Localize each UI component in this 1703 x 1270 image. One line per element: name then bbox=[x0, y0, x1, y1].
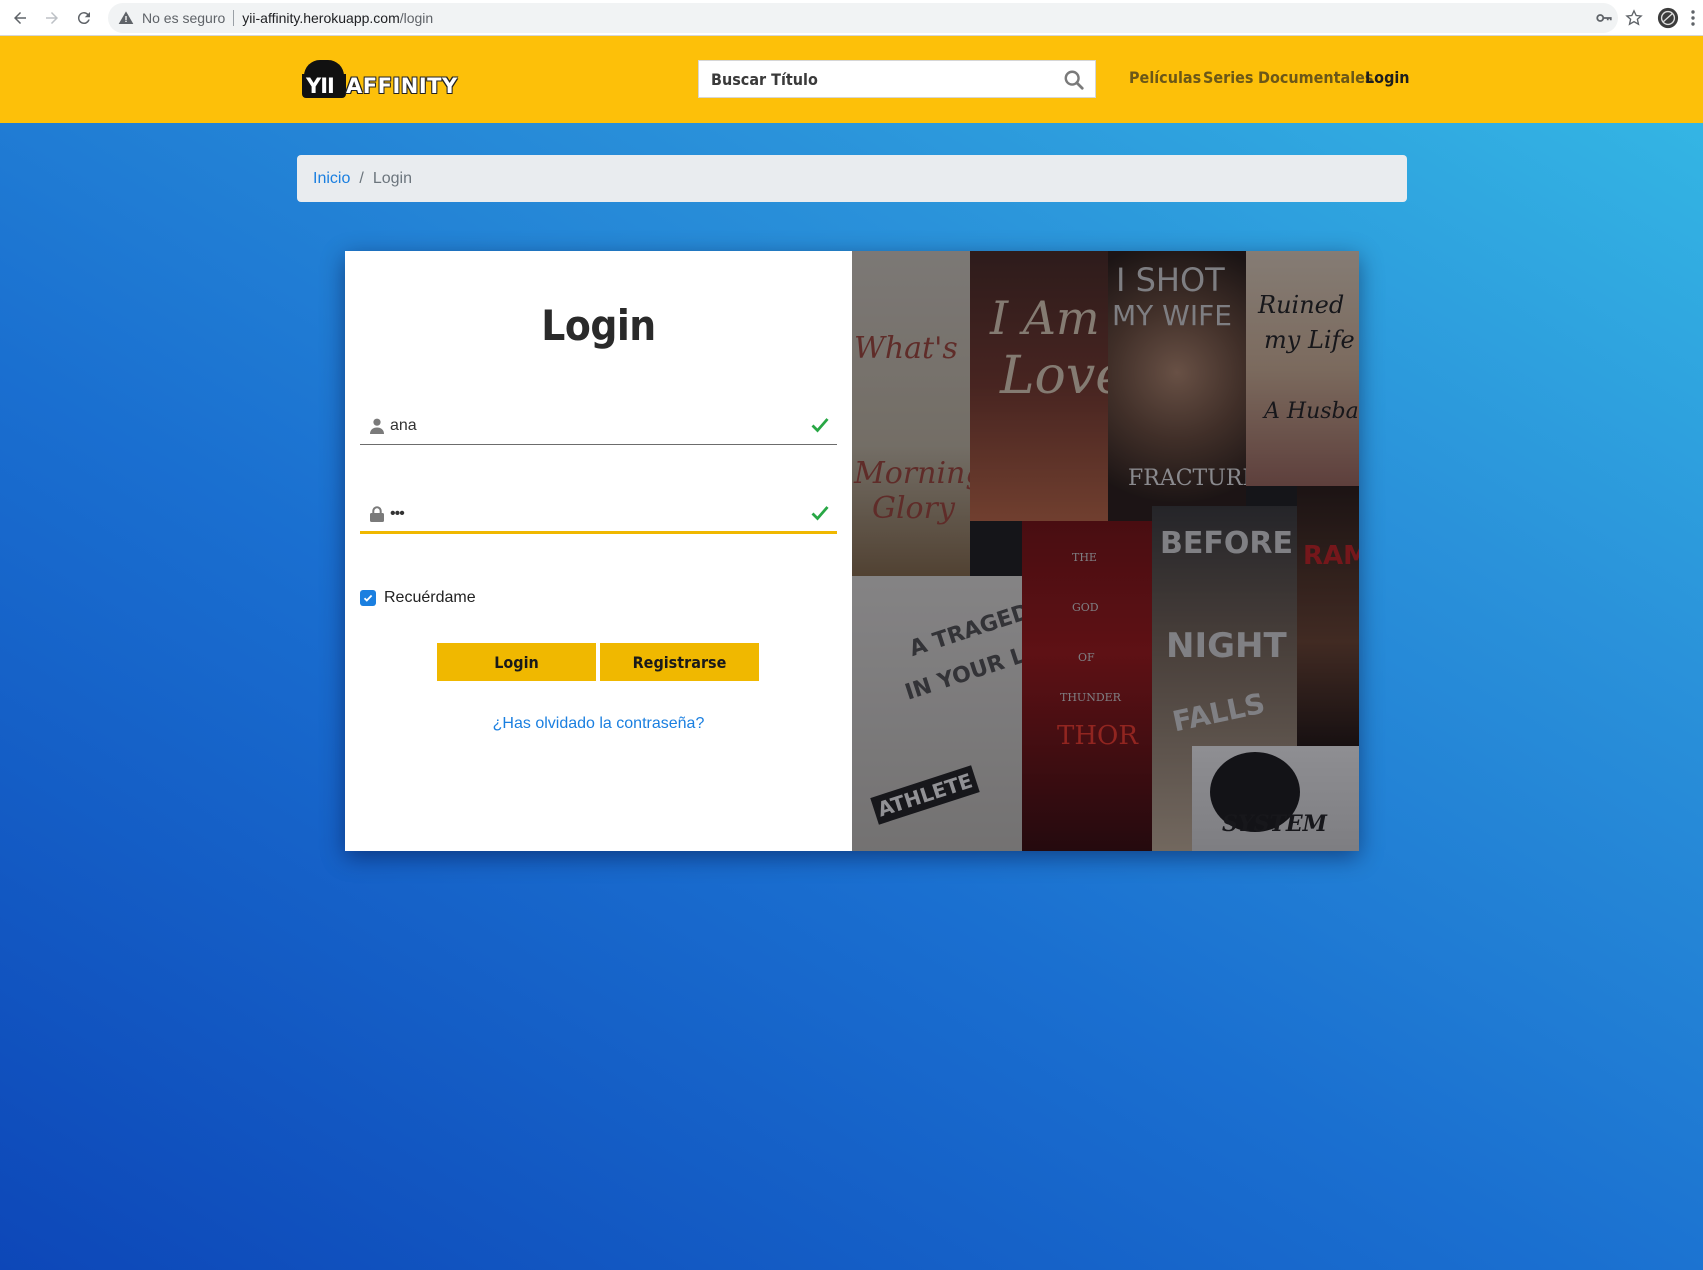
remember-me[interactable]: Recuérdame bbox=[360, 589, 476, 607]
poster-collage: What's Morning Glory I Am Love I SHOT MY… bbox=[852, 251, 1359, 851]
remember-checkbox[interactable] bbox=[360, 590, 376, 606]
warning-icon bbox=[118, 11, 134, 24]
key-icon[interactable] bbox=[1589, 3, 1619, 33]
password-field[interactable]: ••• bbox=[360, 495, 837, 534]
forgot-password-link[interactable]: ¿Has olvidado la contraseña? bbox=[345, 715, 852, 733]
login-card: Login ana ••• Recuérdame Login Registrar… bbox=[345, 251, 1359, 851]
breadcrumb: Inicio / Login bbox=[297, 155, 1407, 202]
register-button[interactable]: Registrarse bbox=[600, 643, 759, 681]
omnibox-divider bbox=[233, 10, 235, 26]
username-field[interactable]: ana bbox=[360, 407, 837, 445]
forward-icon[interactable] bbox=[36, 2, 68, 34]
breadcrumb-current: Login bbox=[372, 169, 412, 187]
security-label: No es seguro bbox=[142, 10, 226, 26]
username-value: ana bbox=[390, 417, 417, 434]
logo-mark-icon: YII AFFINITY bbox=[302, 60, 457, 100]
checkmark-icon bbox=[363, 594, 373, 602]
lock-icon bbox=[370, 506, 384, 522]
browser-toolbar: No es seguro yii-affinity.herokuapp.com /… bbox=[0, 0, 1703, 36]
logo-yii-text: YII bbox=[306, 74, 335, 98]
search-box bbox=[698, 60, 1096, 98]
url-host: yii-affinity.herokuapp.com bbox=[242, 10, 400, 26]
login-form: Login ana ••• Recuérdame Login Registrar… bbox=[345, 251, 852, 851]
breadcrumb-home-link[interactable]: Inicio bbox=[313, 170, 350, 188]
logo-affinity-text: AFFINITY bbox=[346, 74, 458, 98]
nav-series[interactable]: Series bbox=[1203, 68, 1254, 87]
remember-label: Recuérdame bbox=[384, 589, 476, 606]
user-icon bbox=[370, 418, 384, 434]
nav-documentales[interactable]: Documentales bbox=[1258, 68, 1374, 87]
address-bar[interactable]: No es seguro yii-affinity.herokuapp.com /… bbox=[108, 3, 1618, 33]
search-icon[interactable] bbox=[1063, 69, 1085, 91]
login-title: Login bbox=[541, 301, 656, 350]
menu-kebab-icon[interactable] bbox=[1683, 3, 1703, 33]
url-path: /login bbox=[399, 10, 434, 26]
login-button[interactable]: Login bbox=[437, 643, 596, 681]
poster-overlay bbox=[852, 251, 1359, 851]
valid-check-icon bbox=[811, 418, 829, 433]
search-input[interactable] bbox=[699, 61, 1051, 97]
nav-login[interactable]: Login bbox=[1365, 68, 1410, 87]
breadcrumb-separator: / bbox=[359, 169, 364, 187]
profile-avatar-icon[interactable] bbox=[1653, 3, 1683, 33]
bookmark-star-icon[interactable] bbox=[1619, 3, 1649, 33]
password-value: ••• bbox=[390, 505, 405, 522]
back-icon[interactable] bbox=[4, 2, 36, 34]
reload-icon[interactable] bbox=[68, 2, 100, 34]
nav-peliculas[interactable]: Películas bbox=[1129, 68, 1201, 87]
valid-check-icon bbox=[811, 506, 829, 521]
